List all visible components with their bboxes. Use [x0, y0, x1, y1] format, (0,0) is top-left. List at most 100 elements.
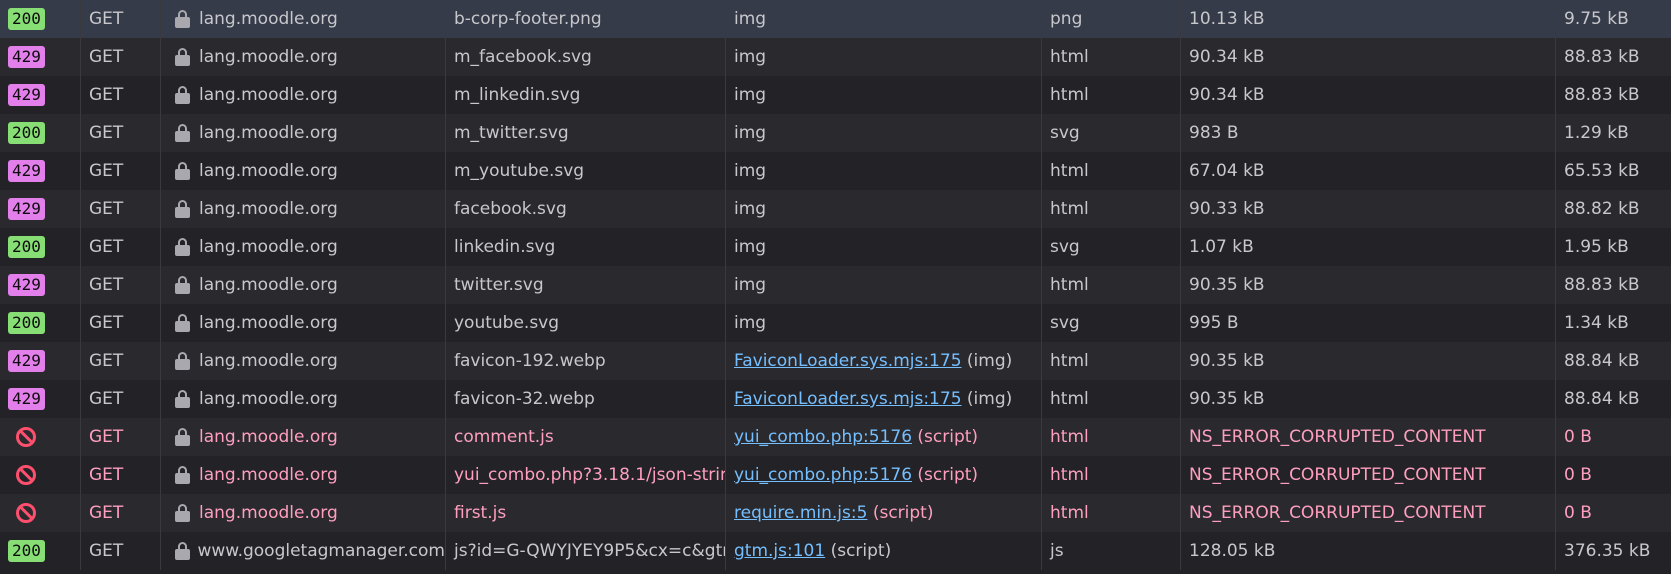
initiator-link[interactable]: yui_combo.php:5176: [734, 465, 912, 485]
lock-icon[interactable]: [175, 352, 190, 370]
status-cell: 429: [0, 38, 81, 76]
initiator-link[interactable]: require.min.js:5: [734, 503, 867, 523]
method-cell: GET: [81, 114, 161, 152]
request-row[interactable]: 429 GET lang.moodle.org twitter.svg img html 9…: [0, 266, 1671, 304]
size-cell: 88.84 kB: [1564, 351, 1640, 371]
lock-icon[interactable]: [175, 86, 190, 104]
file-cell: m_linkedin.svg: [446, 76, 726, 114]
initiator-cause: img: [734, 237, 767, 257]
file-cell: favicon-32.webp: [446, 380, 726, 418]
method-cell: GET: [81, 190, 161, 228]
size-cell: 88.82 kB: [1564, 199, 1640, 219]
initiator-cell: img: [726, 152, 1042, 190]
lock-icon[interactable]: [175, 276, 190, 294]
file-cell: twitter.svg: [446, 266, 726, 304]
lock-icon[interactable]: [175, 10, 190, 28]
initiator-cause: img: [734, 275, 767, 295]
request-row[interactable]: 200 GET lang.moodle.org b-corp-footer.png im…: [0, 0, 1671, 38]
size-cell: 1.95 kB: [1564, 237, 1629, 257]
initiator-cell: yui_combo.php:5176 (script): [726, 456, 1042, 494]
size-cell: 1.34 kB: [1564, 313, 1629, 333]
lock-icon[interactable]: [175, 542, 191, 560]
lock-icon[interactable]: [175, 428, 190, 446]
status-cell: 429: [0, 190, 81, 228]
status-badge: 200: [8, 236, 45, 258]
initiator-cause: (script): [912, 465, 979, 485]
file-cell: favicon-192.webp: [446, 342, 726, 380]
initiator-link[interactable]: yui_combo.php:5176: [734, 427, 912, 447]
initiator-cause: (script): [825, 541, 892, 561]
transferred-cell: 90.35 kB: [1181, 380, 1556, 418]
initiator-cell: FaviconLoader.sys.mjs:175 (img): [726, 342, 1042, 380]
transferred-cell: NS_ERROR_CORRUPTED_CONTENT: [1181, 494, 1556, 532]
file-cell: comment.js: [446, 418, 726, 456]
request-row[interactable]: 429 GET lang.moodle.org m_youtube.svg img htm…: [0, 152, 1671, 190]
domain-cell: lang.moodle.org: [161, 266, 446, 304]
lock-icon[interactable]: [175, 466, 190, 484]
request-row[interactable]: 200 GET lang.moodle.org youtube.svg img svg 99…: [0, 304, 1671, 342]
status-badge: 429: [8, 350, 45, 372]
lock-icon[interactable]: [175, 124, 190, 142]
domain-cell: lang.moodle.org: [161, 494, 446, 532]
initiator-link[interactable]: FaviconLoader.sys.mjs:175: [734, 351, 962, 371]
status-cell: 429: [0, 76, 81, 114]
file-cell: m_facebook.svg: [446, 38, 726, 76]
initiator-cell: img: [726, 38, 1042, 76]
request-row[interactable]: 429 GET lang.moodle.org favicon-32.webp Favi…: [0, 380, 1671, 418]
request-row[interactable]: GET lang.moodle.org yui_combo.php?3.18.1/j…: [0, 456, 1671, 494]
request-row[interactable]: 429 GET lang.moodle.org m_facebook.svg img ht…: [0, 38, 1671, 76]
lock-icon[interactable]: [175, 48, 190, 66]
domain-text: lang.moodle.org: [199, 85, 338, 105]
status-cell: 200: [0, 114, 81, 152]
blocked-icon: [16, 465, 36, 485]
request-row[interactable]: 429 GET lang.moodle.org m_linkedin.svg img ht…: [0, 76, 1671, 114]
type-cell: js: [1042, 532, 1181, 570]
lock-icon[interactable]: [175, 162, 190, 180]
domain-cell: lang.moodle.org: [161, 342, 446, 380]
domain-text: lang.moodle.org: [199, 427, 338, 447]
initiator-link[interactable]: gtm.js:101: [734, 541, 825, 561]
status-cell: 429: [0, 152, 81, 190]
request-row[interactable]: 200 GET lang.moodle.org linkedin.svg img svg 1…: [0, 228, 1671, 266]
status-cell: 200: [0, 228, 81, 266]
lock-icon[interactable]: [175, 504, 190, 522]
domain-cell: lang.moodle.org: [161, 190, 446, 228]
lock-icon[interactable]: [175, 390, 190, 408]
size-cell: 88.84 kB: [1564, 389, 1640, 409]
initiator-cause: (script): [867, 503, 934, 523]
request-row[interactable]: 429 GET lang.moodle.org facebook.svg img html…: [0, 190, 1671, 228]
domain-text: lang.moodle.org: [199, 503, 338, 523]
initiator-cell: FaviconLoader.sys.mjs:175 (img): [726, 380, 1042, 418]
transferred-cell: 983 B: [1181, 114, 1556, 152]
type-cell: svg: [1042, 228, 1181, 266]
domain-cell: www.googletagmanager.com: [161, 532, 446, 570]
lock-icon[interactable]: [175, 200, 190, 218]
type-cell: html: [1042, 38, 1181, 76]
type-cell: html: [1042, 456, 1181, 494]
lock-icon[interactable]: [175, 238, 190, 256]
initiator-link[interactable]: FaviconLoader.sys.mjs:175: [734, 389, 962, 409]
request-row[interactable]: 200 GET lang.moodle.org m_twitter.svg img svg…: [0, 114, 1671, 152]
file-cell: js?id=G-QWYJYEY9P5&cx=c&gtm=45je: [446, 532, 726, 570]
lock-icon[interactable]: [175, 314, 190, 332]
initiator-cell: require.min.js:5 (script): [726, 494, 1042, 532]
status-cell: 429: [0, 342, 81, 380]
initiator-cause: (img): [961, 389, 1013, 409]
initiator-cause: img: [734, 313, 767, 333]
domain-text: lang.moodle.org: [199, 351, 338, 371]
size-cell: 88.83 kB: [1564, 275, 1640, 295]
method-cell: GET: [81, 418, 161, 456]
file-cell: youtube.svg: [446, 304, 726, 342]
status-badge: 429: [8, 160, 45, 182]
request-row[interactable]: 429 GET lang.moodle.org favicon-192.webp Fav…: [0, 342, 1671, 380]
domain-cell: lang.moodle.org: [161, 38, 446, 76]
method-cell: GET: [81, 532, 161, 570]
request-row[interactable]: 200 GET www.googletagmanager.com js?id=G-QW…: [0, 532, 1671, 570]
status-badge: 429: [8, 46, 45, 68]
status-badge: 429: [8, 198, 45, 220]
request-row[interactable]: GET lang.moodle.org comment.js yui_combo.ph…: [0, 418, 1671, 456]
type-cell: html: [1042, 190, 1181, 228]
status-cell: 429: [0, 380, 81, 418]
method-cell: GET: [81, 152, 161, 190]
request-row[interactable]: GET lang.moodle.org first.js require.min.js…: [0, 494, 1671, 532]
